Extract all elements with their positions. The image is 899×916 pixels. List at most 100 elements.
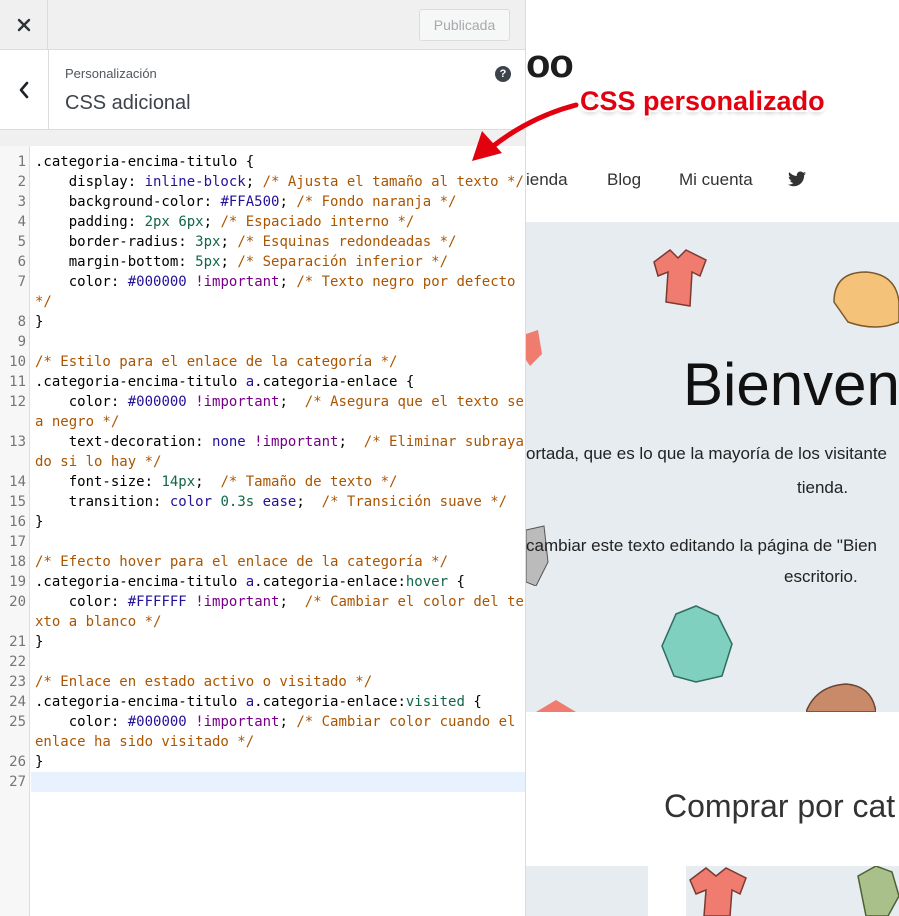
code-line[interactable]: 6 margin-bottom: 5px; /* Separación infe… — [0, 252, 525, 272]
code-token: !important — [195, 594, 280, 610]
code-line[interactable]: 16} — [0, 512, 525, 532]
hero-text-line: tienda. — [797, 478, 849, 497]
code-line[interactable]: 25 color: #000000 !important; /* Cambiar… — [0, 712, 525, 752]
category-card[interactable] — [686, 866, 899, 916]
code-line[interactable]: 18 /* Efecto hover para el enlace de la c… — [0, 552, 525, 572]
code-line[interactable]: 4 padding: 2px 6px; /* Espaciado interno… — [0, 212, 525, 232]
code-line[interactable]: 5 border-radius: 3px; /* Esquinas redond… — [0, 232, 525, 252]
hero-banner: Bienveni ortada, que es lo que la mayorí… — [526, 222, 899, 712]
code-token: color: — [35, 594, 128, 610]
code-line[interactable]: 3 background-color: #FFA500; /* Fondo na… — [0, 192, 525, 212]
line-number: 23 — [9, 674, 26, 690]
code-line-text: /* Efecto hover para el enlace de la cat… — [35, 552, 525, 572]
code-line-text: transition: color 0.3s ease; /* Transici… — [35, 492, 525, 512]
line-number: 5 — [17, 234, 26, 250]
code-line[interactable]: 14 font-size: 14px; /* Tamaño de texto *… — [0, 472, 525, 492]
site-preview: oo ienda Blog Mi cuenta Bienveni ortada,… — [526, 0, 899, 916]
code-token: ; — [338, 434, 364, 450]
code-line[interactable]: 19 .categoria-encima-titulo a.categoria-e… — [0, 572, 525, 592]
line-number: 26 — [9, 754, 26, 770]
line-number: 13 — [9, 434, 26, 450]
code-token: color: — [35, 714, 128, 730]
nav-item-tienda[interactable]: ienda — [526, 170, 568, 190]
line-number: 12 — [9, 394, 26, 410]
code-line-text: display: inline-block; /* Ajusta el tama… — [35, 172, 525, 192]
code-token: inline-block — [144, 174, 246, 190]
nav-item-blog[interactable]: Blog — [607, 170, 641, 190]
code-content[interactable]: 1 .categoria-encima-titulo {2 display: in… — [0, 152, 525, 792]
line-number: 25 — [9, 714, 26, 730]
code-token: } — [35, 514, 44, 530]
code-line-text: .categoria-encima-titulo a.categoria-enl… — [35, 572, 525, 592]
line-number: 3 — [17, 194, 26, 210]
code-token: 14px — [161, 474, 196, 490]
code-token: 5px — [195, 254, 221, 270]
code-token: #FFA500 — [220, 194, 280, 210]
code-line-text: .categoria-encima-titulo { — [35, 152, 525, 172]
category-card[interactable] — [526, 866, 648, 916]
code-line[interactable]: 10 /* Estilo para el enlace de la categor… — [0, 352, 525, 372]
code-line-text: border-radius: 3px; /* Esquinas redondea… — [35, 232, 525, 252]
code-token: .categoria-enlace { — [254, 374, 415, 390]
code-token: hover — [405, 574, 449, 590]
code-line[interactable]: 21} — [0, 632, 525, 652]
code-token: display: — [35, 174, 145, 190]
code-line[interactable]: 24 .categoria-encima-titulo a.categoria-e… — [0, 692, 525, 712]
code-line[interactable]: 2 display: inline-block; /* Ajusta el ta… — [0, 172, 525, 192]
code-token: /* Fondo naranja */ — [296, 194, 457, 210]
code-line[interactable]: 11 .categoria-encima-titulo a.categoria-e… — [0, 372, 525, 392]
code-line[interactable]: 15 transition: color 0.3s ease; /* Trans… — [0, 492, 525, 512]
line-number: 2 — [17, 174, 26, 190]
code-line[interactable]: 9 — [0, 332, 525, 352]
code-token: { — [448, 574, 465, 590]
help-icon[interactable]: ? — [495, 66, 511, 82]
css-code-editor[interactable]: 1 .categoria-encima-titulo {2 display: in… — [0, 146, 525, 916]
code-token: border-radius: — [35, 234, 196, 250]
code-token: /* Separación inferior */ — [237, 254, 449, 270]
code-token: /* Transición suave */ — [321, 494, 508, 510]
code-line[interactable]: 8} — [0, 312, 525, 332]
code-line[interactable]: 27 — [0, 772, 525, 792]
code-line[interactable]: 23 /* Enlace en estado activo o visitado … — [0, 672, 525, 692]
code-token: /* Ajusta el tamaño al texto */ — [262, 174, 524, 190]
line-number: 16 — [9, 514, 26, 530]
boots-illustration-icon — [806, 683, 876, 712]
shirt-edge-illustration-icon — [526, 330, 542, 366]
chevron-left-icon[interactable] — [0, 50, 49, 130]
code-line-text — [31, 772, 525, 792]
code-line-text: /* Enlace en estado activo o visitado */ — [35, 672, 525, 692]
line-number: 15 — [9, 494, 26, 510]
code-line[interactable]: 22 — [0, 652, 525, 672]
code-token: #000000 — [127, 394, 187, 410]
twitter-icon[interactable] — [788, 171, 806, 192]
code-line[interactable]: 13 text-decoration: none !important; /* … — [0, 432, 525, 472]
code-line[interactable]: 20 color: #FFFFFF !important; /* Cambiar… — [0, 592, 525, 632]
nav-item-mi-cuenta[interactable]: Mi cuenta — [679, 170, 753, 190]
line-number: 24 — [9, 694, 26, 710]
code-line[interactable]: 1 .categoria-encima-titulo { — [0, 152, 525, 172]
code-line[interactable]: 7 color: #000000 !important; /* Texto ne… — [0, 272, 525, 312]
code-line[interactable]: 12 color: #000000 !important; /* Asegura… — [0, 392, 525, 432]
line-number: 10 — [9, 354, 26, 370]
code-line-text: color: #000000 !important; /* Texto negr… — [35, 272, 525, 312]
code-line[interactable]: 17 — [0, 532, 525, 552]
code-line-text: } — [35, 752, 525, 772]
code-token: .categoria-enlace: — [254, 574, 406, 590]
code-line[interactable]: 26} — [0, 752, 525, 772]
code-token: /* Enlace en estado activo o visitado */ — [35, 674, 373, 690]
publish-button[interactable]: Publicada — [419, 9, 510, 41]
section-title: CSS adicional — [65, 92, 191, 114]
site-nav: ienda Blog Mi cuenta — [526, 170, 899, 192]
line-number: 6 — [17, 254, 26, 270]
code-token: .categoria-encima-titulo — [35, 574, 246, 590]
code-token: ease — [262, 494, 297, 510]
close-icon[interactable] — [0, 0, 48, 50]
code-token: !important — [195, 714, 280, 730]
code-line-text: } — [35, 632, 525, 652]
breadcrumb: Personalización — [65, 66, 157, 81]
code-line-text: } — [35, 512, 525, 532]
code-token: .categoria-enlace: — [254, 694, 406, 710]
code-token: !important — [195, 274, 280, 290]
code-token: ; — [220, 254, 238, 270]
